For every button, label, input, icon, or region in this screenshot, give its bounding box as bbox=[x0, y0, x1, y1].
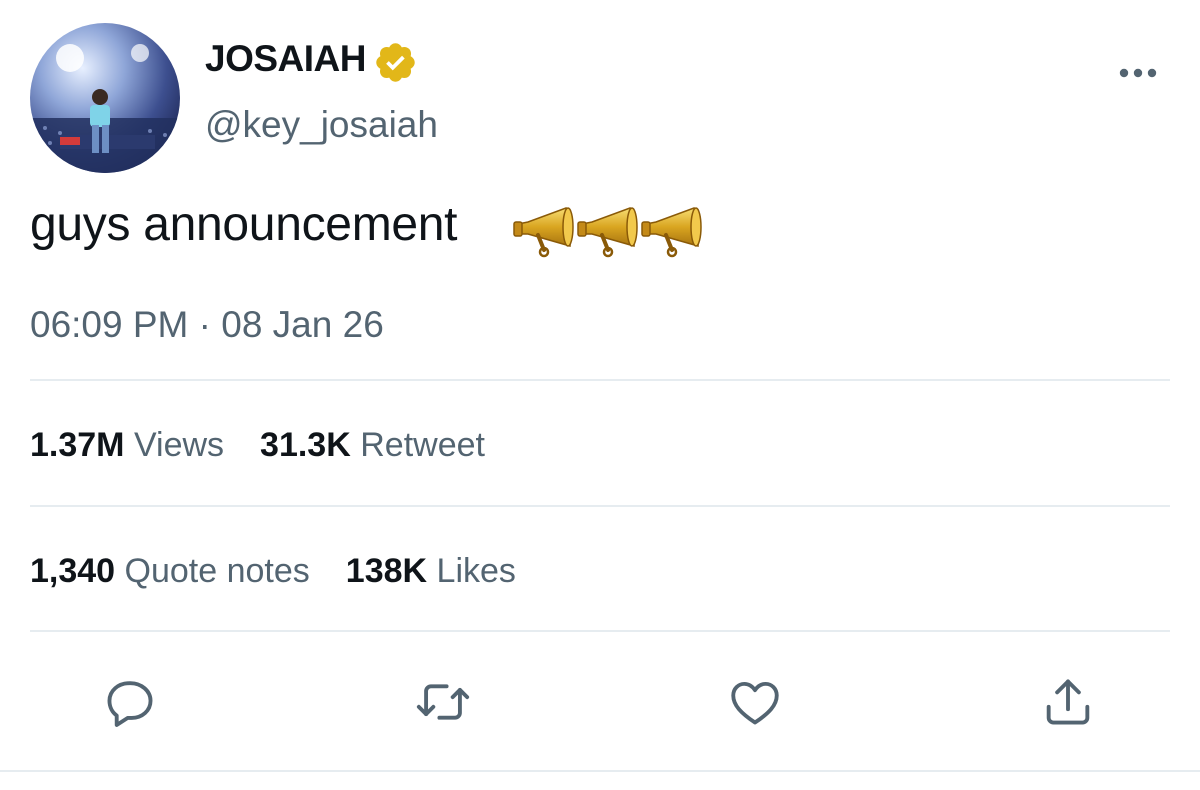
like-icon[interactable] bbox=[726, 673, 784, 731]
quotes-stat[interactable]: 1,340 Quote notes bbox=[30, 552, 310, 590]
likes-label: Likes bbox=[436, 552, 516, 590]
divider bbox=[30, 379, 1170, 381]
avatar[interactable] bbox=[30, 23, 180, 173]
megaphone-icon bbox=[576, 206, 639, 258]
bottom-border bbox=[0, 770, 1200, 772]
megaphone-emojis bbox=[512, 200, 707, 258]
verified-badge-icon bbox=[373, 40, 418, 85]
retweets-stat[interactable]: 31.3K Retweet bbox=[260, 426, 485, 464]
user-handle[interactable]: @key_josaiah bbox=[205, 104, 438, 146]
megaphone-icon bbox=[640, 206, 703, 258]
quote-count: 1,340 bbox=[30, 552, 116, 590]
display-name[interactable]: JOSAIAH bbox=[205, 38, 366, 80]
megaphone-icon bbox=[512, 206, 575, 258]
more-options-icon[interactable] bbox=[1118, 66, 1158, 80]
stats-row-quotes-likes: 1,340 Quote notes 138K Likes bbox=[30, 552, 516, 591]
stats-row-views-retweets: 1.37M Views 31.3K Retweet bbox=[30, 426, 485, 465]
retweet-icon[interactable] bbox=[414, 673, 472, 731]
tweet-detail: JOSAIAH @key_josaiah guys announcement 0… bbox=[0, 0, 1200, 790]
quote-label: Quote notes bbox=[124, 552, 310, 590]
likes-count: 138K bbox=[345, 552, 428, 590]
tweet-text: guys announcement bbox=[30, 198, 458, 251]
views-label: Views bbox=[133, 426, 225, 464]
views-stat[interactable]: 1.37M Views bbox=[30, 426, 224, 464]
share-icon[interactable] bbox=[1039, 673, 1097, 731]
divider bbox=[30, 505, 1170, 507]
retweet-count: 31.3K bbox=[260, 426, 351, 464]
tweet-timestamp[interactable]: 06:09 PM · 08 Jan 26 bbox=[30, 304, 384, 346]
likes-stat[interactable]: 138K Likes bbox=[346, 552, 516, 590]
reply-icon[interactable] bbox=[101, 673, 159, 731]
views-count: 1.37M bbox=[30, 426, 125, 464]
retweet-label: Retweet bbox=[360, 426, 485, 464]
divider bbox=[30, 630, 1170, 632]
